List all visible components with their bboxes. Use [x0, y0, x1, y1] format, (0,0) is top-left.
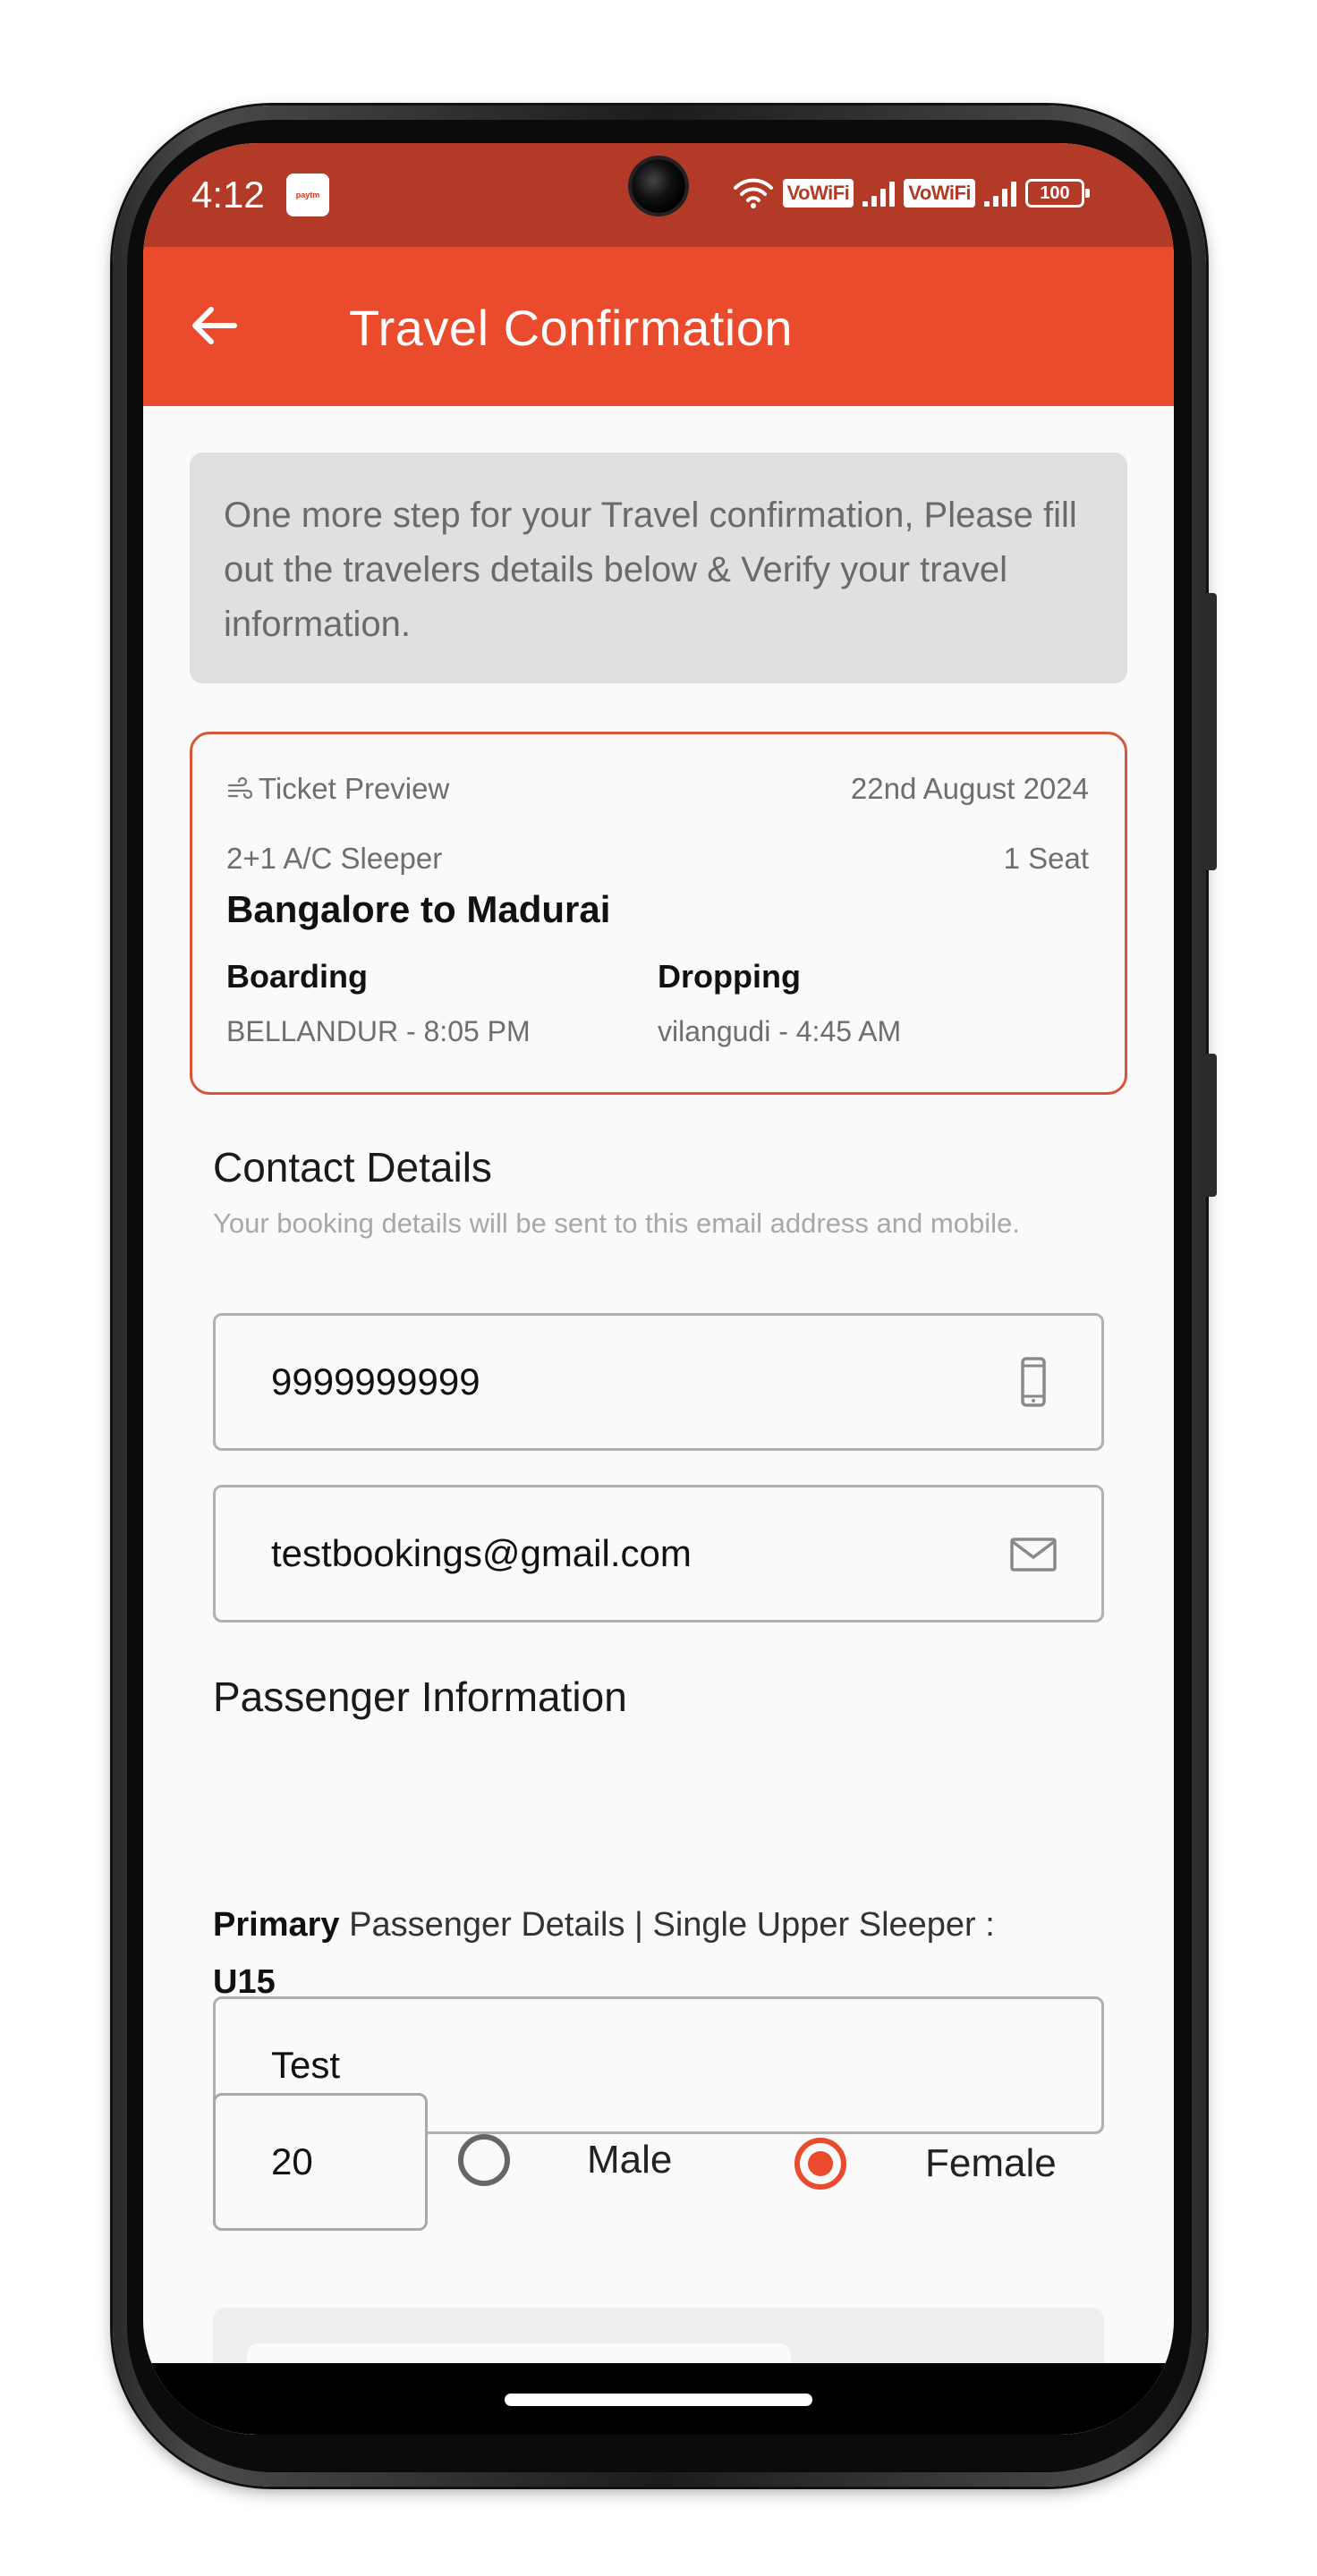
passenger-details-line: Primary Passenger Details | Single Upper… — [213, 1896, 1117, 2011]
phone-input-value[interactable]: 9999999999 — [271, 1360, 480, 1403]
passenger-age-value[interactable]: 20 — [271, 2140, 313, 2183]
vowifi-badge: VoWiFi — [782, 179, 854, 208]
seat-count: 1 Seat — [1003, 842, 1089, 875]
volume-button — [1204, 593, 1217, 870]
bus-type: 2+1 A/C Sleeper — [226, 842, 443, 875]
wifi-icon — [733, 178, 773, 208]
passenger-age-field[interactable]: 20 — [213, 2093, 428, 2231]
dropping-value: vilangudi - 4:45 AM — [658, 1015, 902, 1047]
home-indicator[interactable] — [505, 2394, 812, 2406]
boarding-value: BELLANDUR - 8:05 PM — [226, 1015, 531, 1047]
email-field[interactable]: testbookings@gmail.com — [213, 1485, 1104, 1623]
gender-male-label[interactable]: Male — [587, 2138, 672, 2182]
mail-icon — [1010, 1538, 1057, 1572]
ticket-preview-header: Ticket Preview — [226, 772, 449, 806]
power-button — [1204, 1054, 1217, 1197]
wind-icon — [227, 776, 253, 800]
info-message: One more step for your Travel confirmati… — [190, 453, 1127, 683]
signal-icon-2 — [984, 180, 1016, 207]
app-bar: Travel Confirmation — [143, 247, 1174, 406]
battery-icon: 100 — [1025, 179, 1090, 208]
screen: 4:12 paytm VoWiFi VoWiFi 100 Travel Conf… — [143, 143, 1174, 2435]
email-input-value[interactable]: testbookings@gmail.com — [271, 1532, 692, 1575]
phone-field[interactable]: 9999999999 — [213, 1313, 1104, 1451]
signal-icon — [862, 180, 896, 207]
dropping-info: Dropping vilangudi - 4:45 AM — [658, 958, 901, 1048]
gender-male-radio[interactable] — [458, 2134, 510, 2186]
arrow-left-icon[interactable] — [186, 297, 243, 354]
passenger-details-text: Passenger Details | Single Upper Sleeper… — [349, 1906, 995, 1944]
seat-code: U15 — [213, 1963, 276, 2001]
primary-label: Primary — [213, 1906, 340, 1944]
passenger-information-title: Passenger Information — [213, 1674, 627, 1720]
gender-female-radio[interactable] — [794, 2138, 846, 2190]
front-camera — [632, 159, 685, 213]
passenger-name-value[interactable]: Test — [271, 2044, 340, 2087]
page-title: Travel Confirmation — [349, 300, 794, 356]
travel-date: 22nd August 2024 — [850, 772, 1089, 805]
dropping-label: Dropping — [658, 958, 801, 995]
status-bar: 4:12 paytm VoWiFi VoWiFi 100 — [143, 143, 1174, 247]
ticket-preview-label: Ticket Preview — [259, 772, 450, 805]
boarding-info: Boarding BELLANDUR - 8:05 PM — [226, 958, 531, 1048]
gender-female-label[interactable]: Female — [925, 2141, 1057, 2186]
vowifi-badge-2: VoWiFi — [904, 179, 975, 208]
mobile-phone-icon — [1021, 1357, 1046, 1407]
status-icons: VoWiFi VoWiFi 100 — [733, 177, 1090, 209]
contact-details-subtitle: Your booking details will be sent to thi… — [213, 1208, 1020, 1239]
contact-details-title: Contact Details — [213, 1144, 492, 1191]
status-time: 4:12 — [191, 174, 265, 216]
route-title: Bangalore to Madurai — [226, 888, 611, 930]
boarding-label: Boarding — [226, 958, 368, 995]
paytm-icon: paytm — [286, 174, 329, 216]
ticket-preview-card: Ticket Preview 22nd August 2024 2+1 A/C … — [190, 732, 1127, 1095]
